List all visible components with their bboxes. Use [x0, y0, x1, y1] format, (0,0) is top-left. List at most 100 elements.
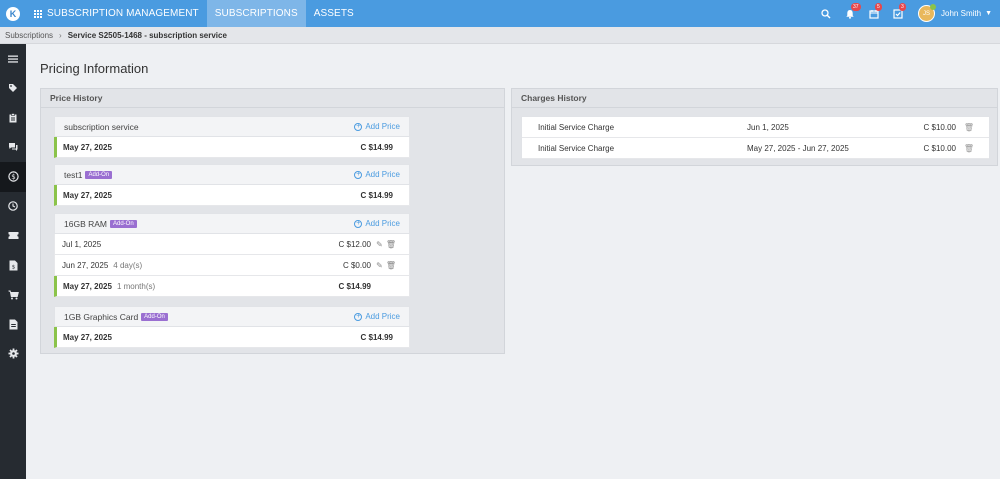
sidebar-item-invoices[interactable]: $	[0, 251, 26, 281]
plus-circle-icon: +	[354, 219, 363, 228]
svg-text:$: $	[11, 173, 15, 181]
search-icon	[821, 8, 831, 18]
dollar-icon: $	[7, 171, 19, 182]
tab-assets[interactable]: ASSETS	[306, 0, 362, 27]
svg-text:$: $	[11, 264, 15, 270]
price-row-amount: C $0.00	[342, 260, 371, 270]
tags-icon	[9, 84, 17, 93]
row-actions: ✎ 🗑	[376, 261, 396, 270]
add-price-label: Add Price	[365, 122, 400, 131]
online-status-dot	[930, 4, 937, 10]
price-row-amount: C $12.00	[338, 239, 371, 249]
price-history-panel: Price History subscription service + Add …	[40, 88, 505, 354]
logo-icon: K	[6, 6, 20, 21]
charge-period: May 27, 2025 - Jun 27, 2025	[747, 143, 849, 153]
addon-badge: Add-On	[85, 170, 113, 179]
trash-icon[interactable]: 🗑	[964, 144, 974, 153]
breadcrumb-subscriptions-link[interactable]: Subscriptions	[5, 31, 53, 40]
sidebar-item-messages[interactable]	[0, 133, 26, 163]
avatar[interactable]: JS	[918, 4, 937, 22]
add-price-button[interactable]: + Add Price	[354, 219, 400, 228]
breadcrumb: Subscriptions › Service S2505-1468 - sub…	[0, 27, 1000, 44]
price-group-name: 1GB Graphics Card	[64, 311, 139, 322]
price-row-date: Jul 1, 2025	[62, 239, 102, 249]
plus-circle-icon: +	[354, 312, 363, 321]
sidebar-item-pricing[interactable]: $	[0, 162, 26, 192]
app-title: SUBSCRIPTION MANAGEMENT	[47, 8, 199, 19]
price-row-duration: 1 month(s)	[116, 281, 156, 291]
plus-circle-icon: +	[354, 122, 363, 131]
table-row: Initial Service Charge Jun 1, 2025 C $10…	[522, 117, 989, 138]
price-row: May 27, 2025 C $14.99	[54, 327, 410, 348]
document-icon	[9, 319, 17, 330]
sidebar-item-tags[interactable]	[0, 74, 26, 104]
search-button[interactable]	[814, 0, 838, 27]
tab-subscriptions[interactable]: SUBSCRIPTIONS	[206, 0, 306, 27]
sidebar-item-history[interactable]	[0, 192, 26, 222]
price-group-name: 16GB RAM	[64, 218, 107, 229]
pencil-icon[interactable]: ✎	[376, 261, 383, 270]
price-row: May 27, 2025 1 month(s) C $14.99	[54, 276, 410, 297]
charge-description: Initial Service Charge	[538, 143, 615, 153]
clock-icon	[8, 201, 18, 212]
price-group-header: 16GB RAM Add-On + Add Price	[54, 213, 410, 234]
plus-circle-icon: +	[354, 170, 363, 179]
price-row: Jul 1, 2025 C $12.00 ✎ 🗑	[54, 234, 410, 255]
sidebar-item-documents[interactable]	[0, 310, 26, 340]
trash-icon[interactable]: 🗑	[386, 261, 396, 270]
pencil-icon[interactable]: ✎	[376, 240, 383, 249]
trash-icon[interactable]: 🗑	[964, 123, 974, 132]
price-row: Jun 27, 2025 4 day(s) C $0.00 ✎ 🗑	[54, 255, 410, 276]
sidebar-item-settings[interactable]	[0, 339, 26, 369]
app-logo[interactable]: K	[0, 0, 26, 27]
notifications-button[interactable]: 37	[838, 0, 862, 27]
charge-amount: C $10.00	[923, 122, 956, 132]
clipboard-icon	[9, 112, 17, 123]
add-price-label: Add Price	[365, 170, 400, 179]
ticket-icon	[8, 232, 18, 240]
add-price-button[interactable]: + Add Price	[354, 122, 400, 131]
price-row-date: May 27, 2025	[63, 332, 112, 342]
calendar-button[interactable]: 5	[862, 0, 886, 27]
add-price-button[interactable]: + Add Price	[354, 312, 400, 321]
addon-badge: Add-On	[141, 312, 168, 321]
notifications-badge: 37	[851, 3, 861, 11]
chat-icon	[9, 143, 18, 152]
price-row-amount: C $14.99	[360, 332, 393, 342]
price-row-date: May 27, 2025	[63, 281, 112, 291]
price-row-amount: C $14.99	[338, 281, 371, 291]
calendar-badge: 5	[875, 3, 882, 11]
price-row-amount: C $14.99	[360, 142, 393, 152]
sidebar-item-orders[interactable]	[0, 280, 26, 310]
price-group-name: subscription service	[64, 121, 139, 132]
sidebar-item-tickets[interactable]	[0, 221, 26, 251]
sidebar: $ $	[0, 44, 26, 479]
price-group-header: 1GB Graphics Card Add-On + Add Price	[54, 306, 410, 327]
price-row-date: May 27, 2025	[63, 190, 112, 200]
settings-icon	[8, 348, 18, 359]
price-history-title: Price History	[41, 89, 504, 108]
add-price-button[interactable]: + Add Price	[354, 170, 400, 179]
user-name[interactable]: John Smith	[941, 9, 981, 18]
menu-icon	[8, 55, 18, 63]
invoice-icon: $	[9, 260, 17, 271]
sidebar-item-menu[interactable]	[0, 44, 26, 74]
trash-icon[interactable]: 🗑	[386, 240, 396, 249]
app-title-menu[interactable]: SUBSCRIPTION MANAGEMENT	[26, 0, 207, 27]
tasks-button[interactable]: 3	[886, 0, 910, 27]
price-group-16gb-ram: 16GB RAM Add-On + Add Price Jul 1, 2025 C…	[54, 213, 410, 297]
avatar-initials: JS	[923, 10, 931, 17]
price-row-amount: C $14.99	[360, 190, 393, 200]
sidebar-item-clipboard[interactable]	[0, 103, 26, 133]
chevron-down-icon[interactable]: ▼	[985, 10, 992, 17]
charges-table: Initial Service Charge Jun 1, 2025 C $10…	[521, 116, 990, 160]
charges-history-panel: Charges History Initial Service Charge J…	[511, 88, 998, 166]
apps-grid-icon	[34, 9, 42, 18]
top-navigation-bar: K SUBSCRIPTION MANAGEMENT SUBSCRIPTIONS …	[0, 0, 1000, 27]
price-group-subscription-service: subscription service + Add Price May 27, …	[54, 116, 410, 158]
page-title: Pricing Information	[40, 61, 149, 76]
chevron-right-icon: ›	[59, 30, 62, 40]
price-group-1gb-graphics-card: 1GB Graphics Card Add-On + Add Price May …	[54, 306, 410, 348]
price-row-date: Jun 27, 2025	[62, 260, 109, 270]
price-row-duration: 4 day(s)	[113, 260, 143, 270]
